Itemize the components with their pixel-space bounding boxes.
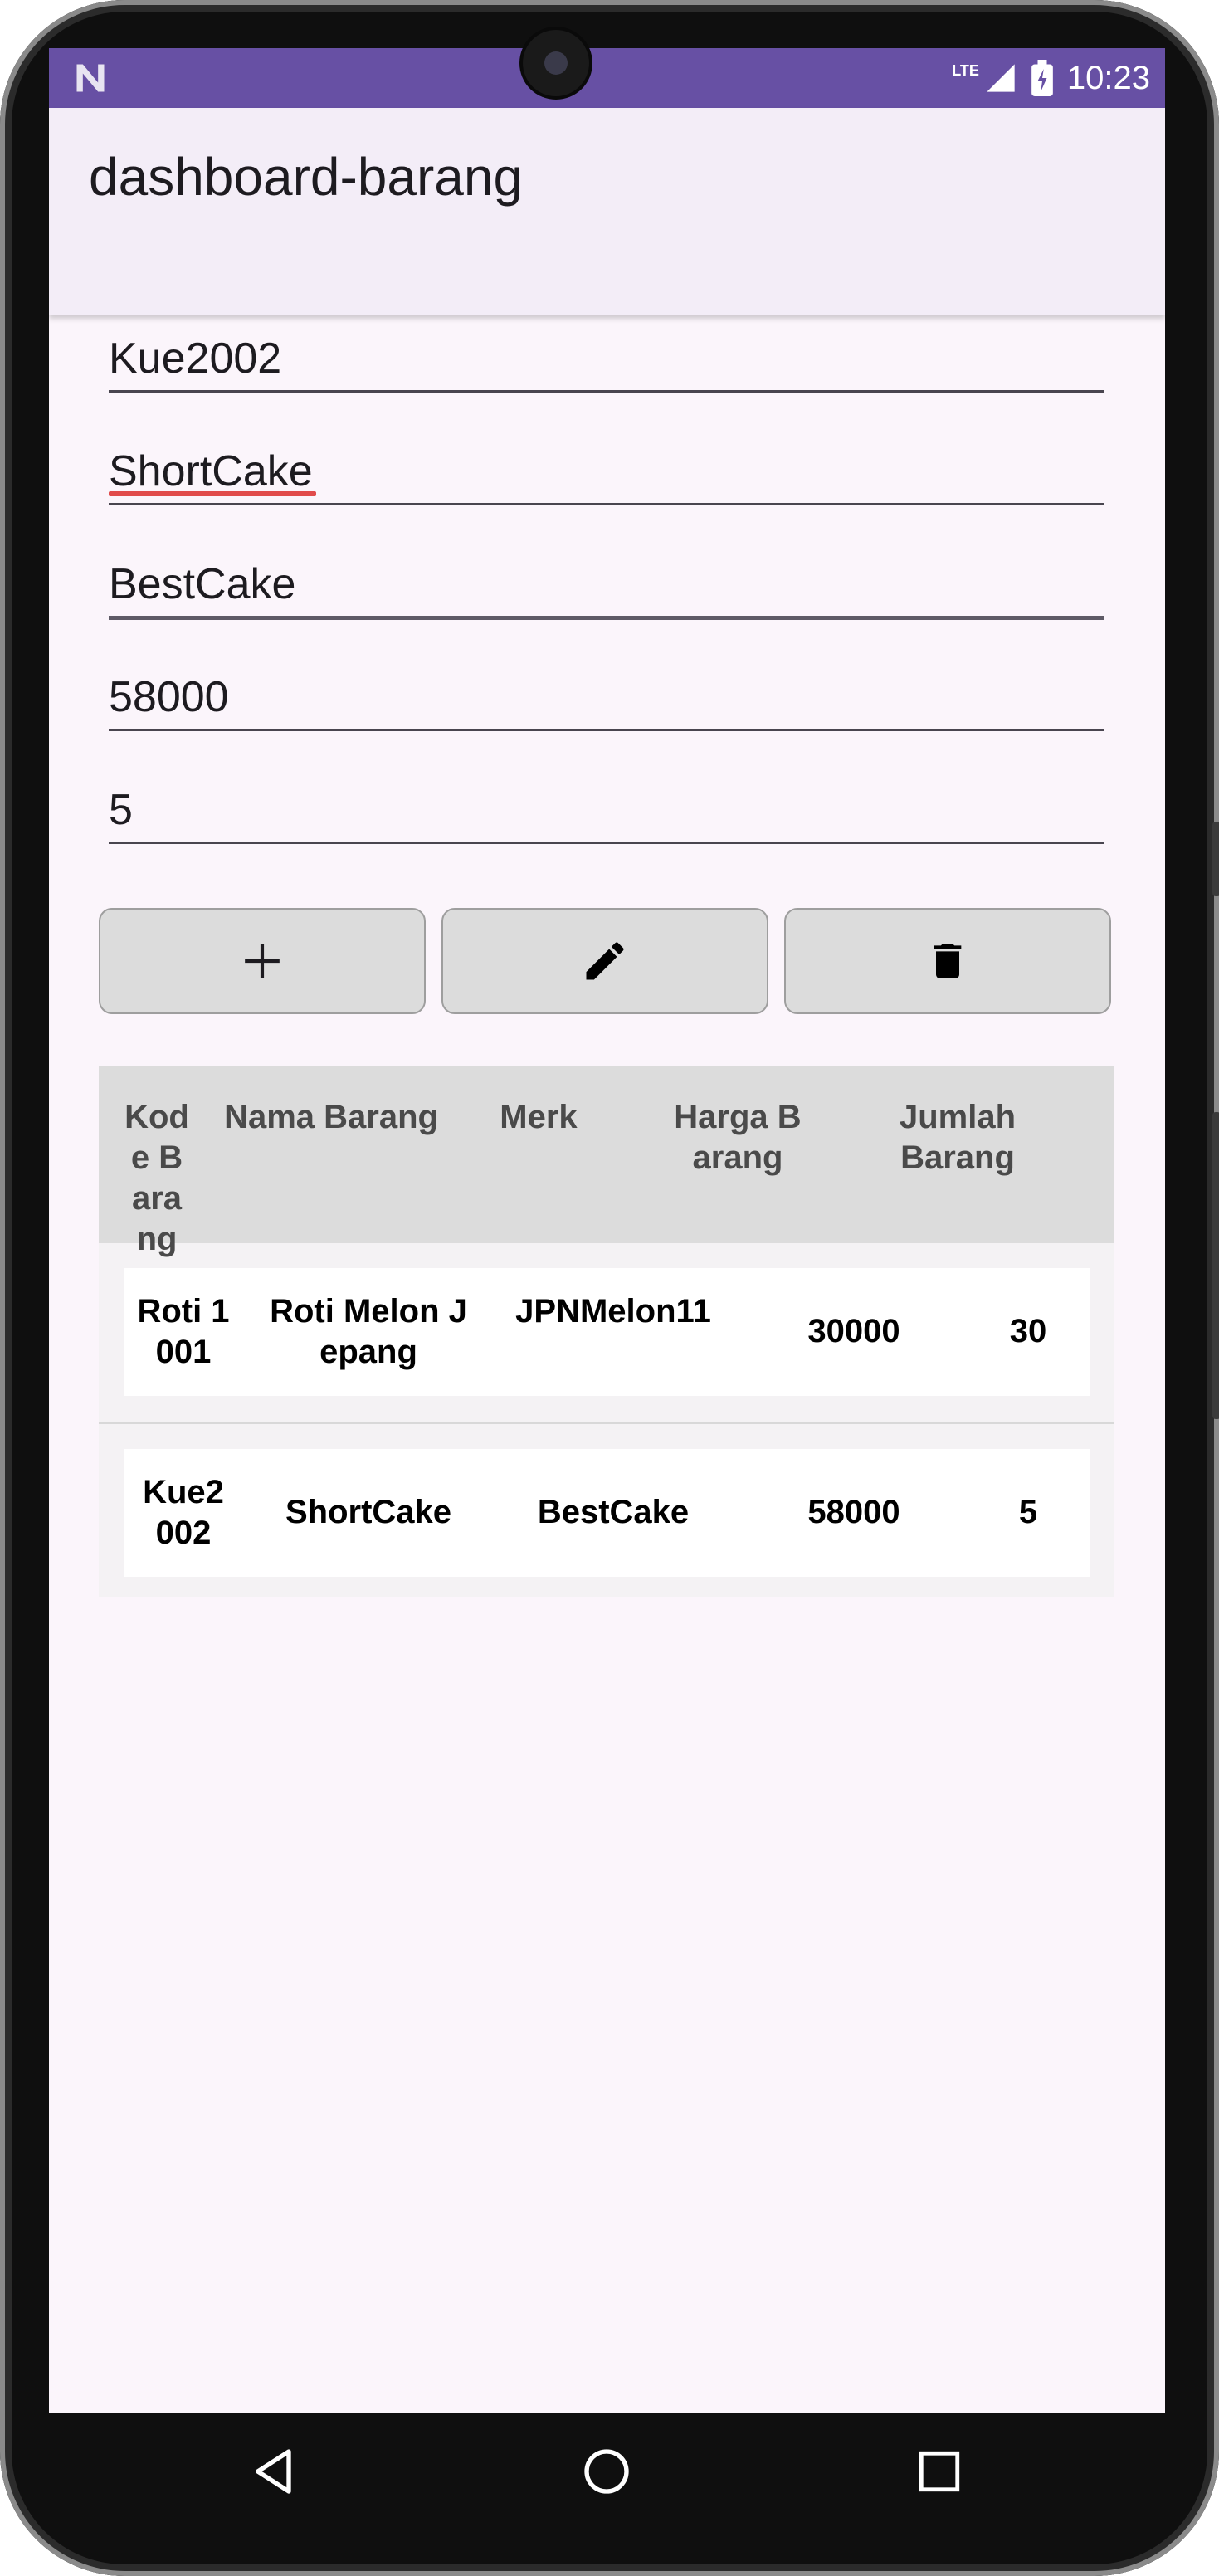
edit-button[interactable] [441,908,768,1014]
delete-button[interactable] [784,908,1111,1014]
add-button[interactable] [99,908,426,1014]
cell-nama-barang: Roti Melon Jepang [270,1293,467,1370]
trash-icon [934,944,962,978]
status-bar: LTE 10:23 [49,48,1165,108]
volume-button [1212,822,1219,896]
front-camera [523,30,589,96]
screen: LTE 10:23 dashboard-barang Kue2002 Short… [49,48,1165,2413]
network-label: LTE [952,61,979,79]
cell-harga-barang: 30000 [807,1313,900,1349]
android-n-icon [76,64,105,92]
signal-icon [987,64,1015,92]
table-header: Kode Barang Nama Barang Merk Harga Baran… [99,1066,1114,1257]
back-button[interactable] [242,2438,309,2505]
recents-button[interactable] [906,2438,973,2505]
pencil-icon [586,942,624,980]
cell-jumlah-barang: 5 [1018,1494,1038,1530]
recents-icon [919,2451,960,2492]
harga-barang-field[interactable] [109,662,1104,731]
cell-harga-barang: 58000 [807,1494,900,1530]
home-icon [584,2449,629,2494]
jumlah-barang-field[interactable] [109,775,1104,844]
home-button[interactable] [573,2438,640,2505]
cell-kode-barang: Roti 1001 [137,1293,230,1370]
table-row[interactable]: Kue2002 ShortCake BestCake 58000 5 [124,1449,1090,1577]
merk-input[interactable] [109,559,1104,609]
header-merk: Merk [500,1099,578,1135]
header-harga-barang: Harga Barang [674,1099,802,1176]
power-button [1212,1112,1219,1419]
app-bar: dashboard-barang [49,108,1165,315]
table-row[interactable]: Roti 1001 Roti Melon Jepang JPNMelon11 3… [124,1268,1090,1396]
header-nama-barang: Nama Barang [224,1099,438,1135]
nama-barang-input[interactable] [109,446,1104,496]
back-icon [256,2449,291,2494]
page-title: dashboard-barang [89,147,524,207]
clock: 10:23 [1066,59,1150,96]
cell-kode-barang: Kue2002 [143,1474,224,1551]
harga-barang-input[interactable] [109,672,1104,722]
row-divider [99,1422,1114,1424]
cell-nama-barang: ShortCake [285,1494,452,1530]
items-table: Kode Barang Nama Barang Merk Harga Baran… [99,1066,1114,1597]
kode-barang-field[interactable] [109,324,1104,393]
nama-barang-field[interactable] [109,437,1104,505]
merk-field[interactable] [109,549,1104,620]
kode-barang-input[interactable] [109,334,1104,383]
jumlah-barang-input[interactable] [109,785,1104,835]
cell-merk: JPNMelon11 [515,1293,711,1329]
battery-charging-icon [1031,60,1053,96]
plus-icon [245,944,280,978]
spellcheck-underline [109,491,316,496]
header-jumlah-barang: Jumlah Barang [899,1099,1017,1176]
cell-merk: BestCake [537,1494,690,1530]
header-kode-barang: Kode Barang [124,1099,189,1257]
cell-jumlah-barang: 30 [1009,1313,1047,1349]
